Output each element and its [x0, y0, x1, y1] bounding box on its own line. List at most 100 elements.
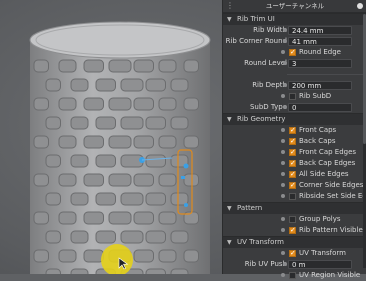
brick-recess — [158, 97, 177, 111]
keyframe-dot-icon[interactable] — [281, 150, 285, 154]
collapse-triangle-icon[interactable]: ▼ — [227, 237, 232, 248]
checkbox-row[interactable]: Round Edge — [223, 47, 366, 58]
checkbox[interactable] — [289, 47, 296, 58]
panel-body: ▼ Rib Trim UI Rib Width 24.4 mm Rib Corner R… — [223, 13, 366, 281]
keyframe-dot-icon[interactable] — [281, 128, 285, 132]
checkbox-label: UV Transform — [299, 249, 346, 257]
brick-recess — [183, 59, 199, 73]
checkbox[interactable] — [289, 169, 296, 180]
brick-recess — [70, 268, 89, 274]
brick-recess — [133, 97, 154, 111]
checkbox-row[interactable]: Rib Pattern Visible — [223, 225, 366, 236]
section-title: UV Transform — [237, 238, 284, 246]
keyframe-dot-icon[interactable] — [281, 217, 285, 221]
value-field[interactable]: 200 mm — [288, 81, 352, 90]
brick-recess — [145, 230, 166, 244]
properties-panel: ⋮ ユーザーチャンネル ▼ Rib Trim UI Rib Width 24.4 mm… — [222, 0, 366, 279]
checkbox[interactable] — [289, 193, 296, 200]
brick-recess — [170, 116, 189, 130]
checkbox[interactable] — [289, 272, 296, 279]
checkbox[interactable] — [289, 93, 296, 100]
brick-recess — [95, 192, 116, 206]
field-row: Round Level 3 — [223, 58, 366, 69]
brick-recess — [95, 78, 116, 92]
brick-recess — [133, 249, 154, 263]
brick-recess — [158, 211, 177, 225]
brick-recess — [158, 173, 177, 187]
checkbox-label: Group Polys — [299, 215, 341, 223]
keyframe-dot-icon[interactable] — [283, 61, 287, 65]
value-field[interactable]: 24.4 mm — [288, 26, 352, 35]
panel-indicator-icon[interactable] — [357, 3, 363, 9]
value-field[interactable]: 0 — [288, 103, 352, 112]
checkbox-row[interactable]: Corner Side Edges — [223, 180, 366, 191]
keyframe-dot-icon[interactable] — [283, 39, 287, 43]
brick-recess — [133, 59, 154, 73]
checkbox[interactable] — [289, 216, 296, 223]
brick-recess — [33, 173, 49, 187]
checkbox-row[interactable]: UV Region Visible — [223, 270, 366, 281]
brick-recess — [58, 97, 77, 111]
keyframe-dot-icon[interactable] — [283, 262, 287, 266]
brick-recess — [108, 173, 132, 187]
section-header[interactable]: ▼ Rib Trim UI — [223, 13, 366, 25]
brick-recess — [108, 59, 132, 73]
field-label: Round Level — [244, 59, 287, 67]
checkbox[interactable] — [289, 248, 296, 259]
keyframe-dot-icon[interactable] — [281, 194, 285, 198]
brick-recess — [70, 116, 89, 130]
value-field[interactable]: 41 mm — [288, 37, 352, 46]
checkbox[interactable] — [289, 136, 296, 147]
checkbox[interactable] — [289, 225, 296, 236]
field-label: Rib Corner Round — [225, 37, 287, 45]
checkbox[interactable] — [289, 147, 296, 158]
value-field[interactable]: 0 m — [288, 260, 352, 269]
brick-recess — [158, 135, 177, 149]
value-field[interactable]: 3 — [288, 59, 352, 68]
menu-icon[interactable]: ⋮ — [226, 0, 234, 12]
checkbox-row[interactable]: Back Caps — [223, 136, 366, 147]
brick-recess — [83, 173, 104, 187]
checkbox[interactable] — [289, 125, 296, 136]
field-label: Rib UV Push — [244, 260, 287, 268]
keyframe-dot-icon[interactable] — [281, 251, 285, 255]
keyframe-dot-icon[interactable] — [281, 94, 285, 98]
checkbox-label: Back Cap Edges — [299, 159, 356, 167]
checkbox-row[interactable]: Back Cap Edges — [223, 158, 366, 169]
brick-recess — [33, 249, 49, 263]
brick-recess — [170, 78, 189, 92]
brick-recess — [183, 173, 199, 187]
collapse-triangle-icon[interactable]: ▼ — [227, 14, 232, 25]
keyframe-dot-icon[interactable] — [281, 139, 285, 143]
section-header[interactable]: ▼ Rib Geometry — [223, 113, 366, 125]
checkbox-row[interactable]: Front Cap Edges — [223, 147, 366, 158]
brick-cylinder-model[interactable] — [0, 0, 222, 274]
checkbox[interactable] — [289, 180, 296, 191]
checkbox[interactable] — [289, 158, 296, 169]
brick-recess — [95, 116, 116, 130]
checkbox-row[interactable]: UV Transform — [223, 248, 366, 259]
section-header[interactable]: ▼ UV Transform — [223, 236, 366, 248]
brick-recess — [170, 230, 189, 244]
checkbox-row[interactable]: Group Polys — [223, 214, 366, 225]
field-row: Rib Width 24.4 mm — [223, 25, 366, 36]
section-header[interactable]: ▼ Pattern — [223, 202, 366, 214]
keyframe-dot-icon[interactable] — [283, 105, 287, 109]
collapse-triangle-icon[interactable]: ▼ — [227, 114, 232, 125]
brick-recess — [183, 249, 199, 263]
checkbox-row[interactable]: All Side Edges — [223, 169, 366, 180]
keyframe-dot-icon[interactable] — [281, 50, 285, 54]
keyframe-dot-icon[interactable] — [283, 83, 287, 87]
keyframe-dot-icon[interactable] — [281, 161, 285, 165]
checkbox-row[interactable]: Front Caps — [223, 125, 366, 136]
keyframe-dot-icon[interactable] — [281, 183, 285, 187]
keyframe-dot-icon[interactable] — [281, 172, 285, 176]
checkbox-row[interactable]: Rib SubD — [223, 91, 366, 102]
brick-recess — [70, 230, 89, 244]
checkbox-row[interactable]: Ribside Set Side Edges — [223, 191, 366, 202]
collapse-triangle-icon[interactable]: ▼ — [227, 203, 232, 214]
brick-recess — [108, 211, 132, 225]
keyframe-dot-icon[interactable] — [281, 228, 285, 232]
field-row: Rib Depth 200 mm — [223, 80, 366, 91]
keyframe-dot-icon[interactable] — [283, 28, 287, 32]
